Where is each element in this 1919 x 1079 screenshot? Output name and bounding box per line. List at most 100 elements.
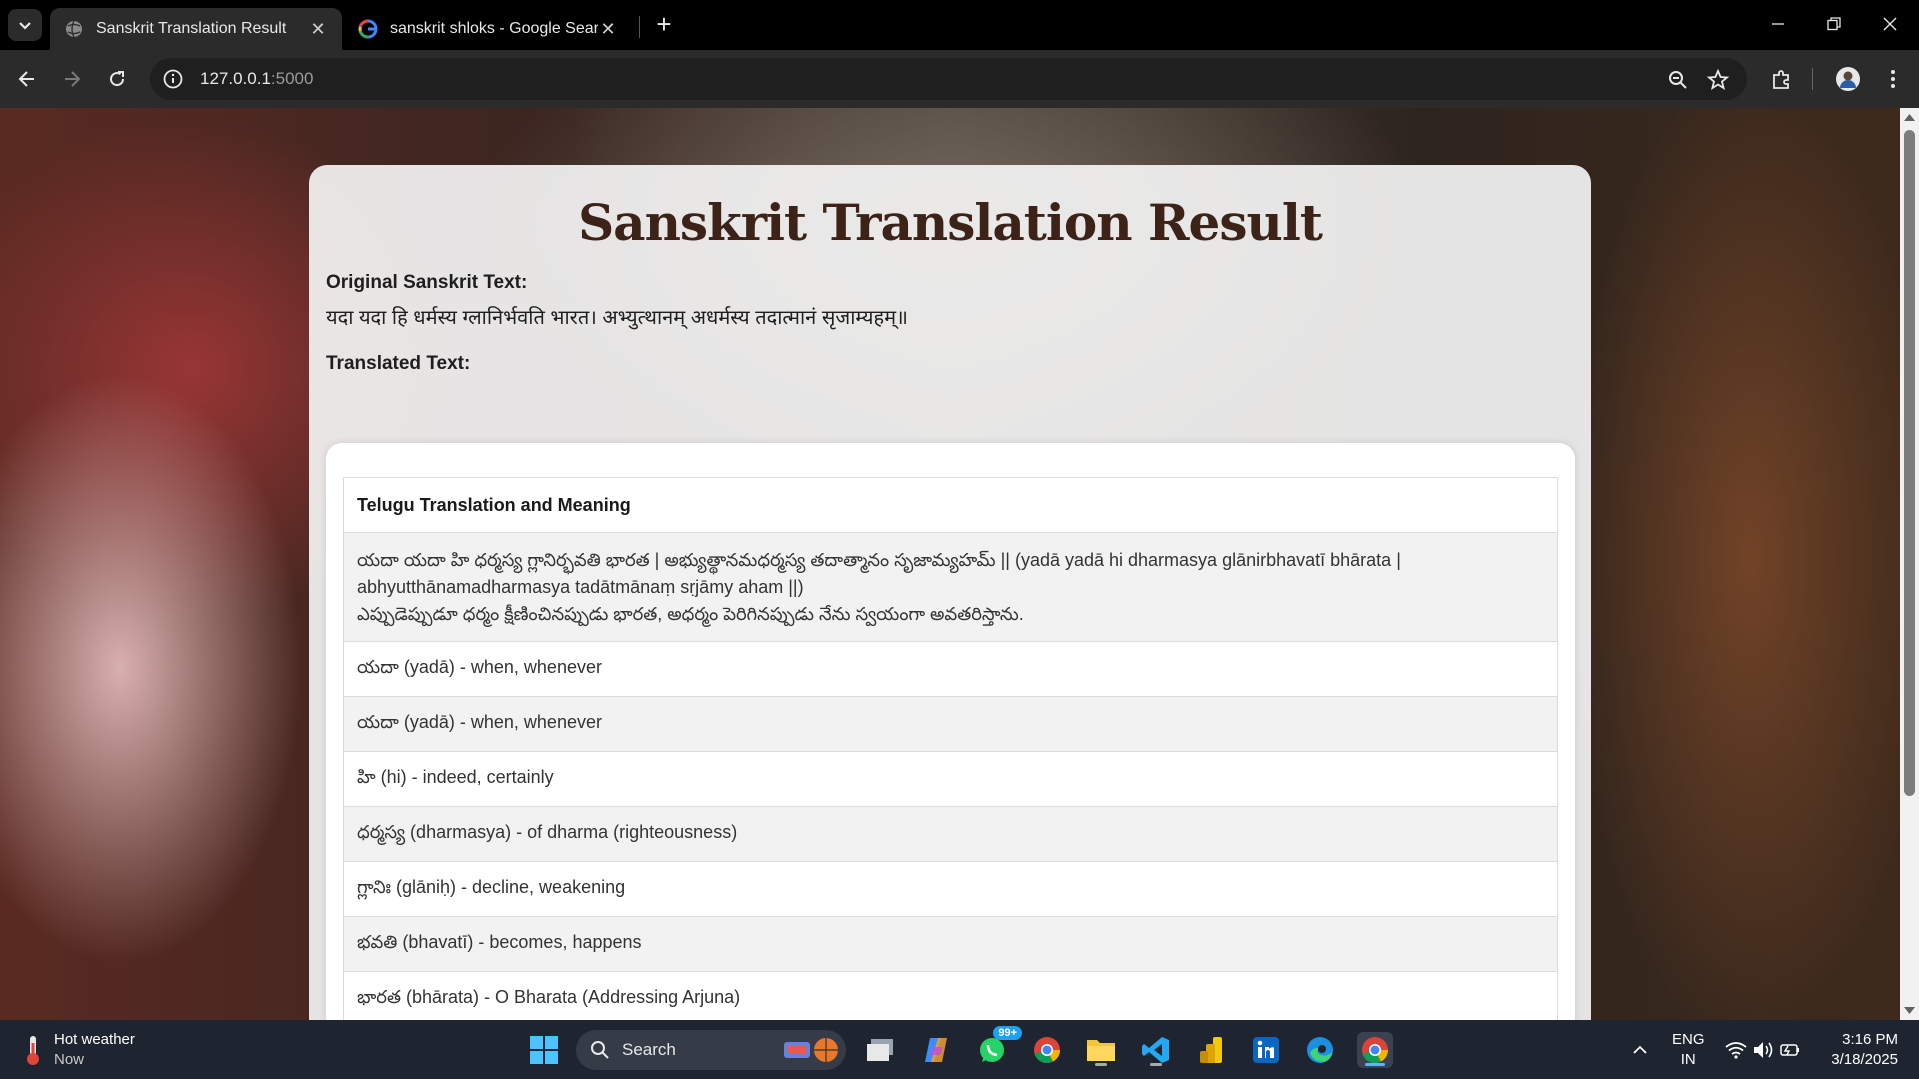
taskbar-search[interactable]: Search [576, 1030, 846, 1070]
more-vertical-icon [1891, 70, 1895, 88]
tab-sanskrit-translation-result[interactable]: Sanskrit Translation Result ✕ [50, 8, 342, 50]
chrome-icon [1034, 1037, 1060, 1064]
original-text-label: Original Sanskrit Text: [326, 272, 528, 293]
toolbar-separator [1812, 68, 1813, 90]
original-sanskrit-text: यदा यदा हि धर्मस्य ग्लानिर्भवति भारत। अभ… [326, 307, 909, 329]
translation-panel: Telugu Translation and Meaning యదా యదా హ… [326, 443, 1575, 1020]
search-highlight-basketball-icon [784, 1038, 838, 1062]
table-row: హి (hi) - indeed, certainly [344, 752, 1557, 807]
chrome-taskbar-button[interactable] [1029, 1032, 1065, 1068]
linkedin-icon [1253, 1037, 1279, 1063]
arrow-right-icon [65, 71, 81, 87]
start-button[interactable] [526, 1032, 562, 1068]
scroll-up-arrow-icon[interactable] [1904, 112, 1915, 122]
table-row: యదా యదా హి ధర్మస్య గ్లానిర్భవతి భారత | అ… [344, 533, 1557, 642]
url-port: :5000 [270, 69, 314, 88]
url-host: 127.0.0.1 [200, 69, 271, 88]
tab-strip: Sanskrit Translation Result ✕ sanskrit s… [0, 0, 1919, 50]
tab-title: sanskrit shloks - Google Search [390, 20, 598, 37]
folder-icon [1087, 1040, 1115, 1061]
close-tab-icon[interactable]: ✕ [598, 19, 618, 39]
scroll-down-arrow-icon[interactable] [1904, 1006, 1915, 1016]
chrome-icon [1362, 1037, 1388, 1064]
windows-logo-icon [530, 1036, 558, 1064]
language-indicator[interactable]: ENG IN [1672, 1030, 1705, 1070]
close-window-button[interactable] [1862, 8, 1918, 40]
battery-charging-icon [1780, 1044, 1799, 1056]
linkedin-button[interactable] [1248, 1032, 1284, 1068]
site-info-icon[interactable] [162, 68, 184, 90]
puzzle-icon [1773, 70, 1789, 89]
url-text: 127.0.0.1:5000 [200, 69, 313, 89]
weather-widget[interactable]: Hot weather Now [22, 1030, 135, 1070]
table-row: గ్లానిః (glāniḥ) - decline, weakening [344, 862, 1557, 917]
edge-button[interactable] [1302, 1032, 1338, 1068]
vscode-button[interactable] [1138, 1032, 1174, 1068]
minimize-icon [1772, 23, 1784, 25]
back-button[interactable] [10, 62, 44, 96]
verse-telugu-meaning: ఎప్పుడెప్పుడూ ధర్మం క్షీణించినప్పుడు భార… [357, 603, 1024, 624]
forward-button[interactable] [55, 62, 89, 96]
tab-separator [639, 16, 640, 38]
result-card: Sanskrit Translation Result Original San… [309, 165, 1591, 1020]
globe-icon [66, 20, 82, 38]
translated-text-label: Translated Text: [326, 353, 471, 374]
table-row: భారత (bhārata) - O Bharata (Addressing A… [344, 972, 1557, 1020]
clock[interactable]: 3:16 PM 3/18/2025 [1822, 1030, 1898, 1070]
powerbi-button[interactable] [1193, 1032, 1229, 1068]
chevron-down-icon [19, 22, 31, 30]
running-indicator [1150, 1063, 1162, 1066]
notification-badge: 99+ [993, 1026, 1022, 1040]
tab-search-button[interactable] [8, 9, 42, 41]
running-indicator [1095, 1063, 1107, 1066]
file-explorer-button[interactable] [1083, 1032, 1119, 1068]
weather-subtitle: Now [54, 1051, 85, 1068]
table-row: యదా (yadā) - when, whenever [344, 642, 1557, 697]
avatar [1836, 67, 1860, 91]
edge-icon [1307, 1037, 1333, 1063]
table-row: యదా (yadā) - when, whenever [344, 697, 1557, 752]
windows-taskbar: Hot weather Now Search 99+ ENG IN 3:16 P… [0, 1020, 1919, 1079]
page-title: Sanskrit Translation Result [578, 193, 1323, 252]
vscode-icon [1142, 1037, 1169, 1063]
reload-button[interactable] [100, 62, 134, 96]
whatsapp-button[interactable]: 99+ [974, 1026, 1022, 1068]
new-tab-button[interactable]: + [650, 10, 678, 38]
chrome-menu-button[interactable] [1876, 62, 1910, 96]
language-code: ENG [1672, 1031, 1705, 1048]
search-icon [591, 1041, 609, 1059]
task-view-icon [867, 1039, 893, 1061]
battery-button[interactable] [1772, 1032, 1808, 1068]
restore-icon [1827, 17, 1841, 31]
scrollbar-thumb[interactable] [1904, 130, 1915, 796]
bookmark-star-icon[interactable] [1706, 68, 1730, 92]
reload-icon [110, 71, 125, 87]
table-row: ధర్మస్య (dharmasya) - of dharma (righteo… [344, 807, 1557, 862]
browser-toolbar: 127.0.0.1:5000 [0, 50, 1919, 108]
table-header: Telugu Translation and Meaning [344, 478, 1557, 533]
restore-button[interactable] [1806, 8, 1862, 40]
chevron-up-icon [1633, 1045, 1647, 1054]
minimize-button[interactable] [1750, 8, 1806, 40]
search-label: Search [622, 1040, 676, 1059]
page-scrollbar[interactable] [1900, 108, 1919, 1020]
zoom-icon[interactable] [1666, 68, 1690, 92]
chrome-active-window-button[interactable] [1357, 1032, 1393, 1068]
close-tab-icon[interactable]: ✕ [308, 19, 328, 39]
table-row: భవతి (bhavatī) - becomes, happens [344, 917, 1557, 972]
arrow-left-icon [18, 71, 34, 87]
region-code: IN [1680, 1051, 1696, 1068]
powerbi-icon [1200, 1037, 1222, 1063]
translation-table: Telugu Translation and Meaning యదా యదా హ… [343, 477, 1558, 1020]
address-bar[interactable]: 127.0.0.1:5000 [150, 58, 1747, 100]
extensions-button[interactable] [1765, 62, 1799, 96]
tab-google-search[interactable]: sanskrit shloks - Google Search ✕ [344, 8, 632, 50]
clock-time: 3:16 PM [1842, 1031, 1898, 1048]
tab-title: Sanskrit Translation Result [96, 20, 287, 37]
thermometer-icon [27, 1036, 39, 1065]
verse-transliteration-continued: abhyutthānamadharmasya tadātmānaṃ sṛjāmy… [357, 576, 804, 597]
task-view-button[interactable] [862, 1032, 898, 1068]
show-hidden-icons-button[interactable] [1622, 1032, 1658, 1068]
profile-button[interactable] [1831, 62, 1865, 96]
copilot-button[interactable] [918, 1032, 954, 1068]
